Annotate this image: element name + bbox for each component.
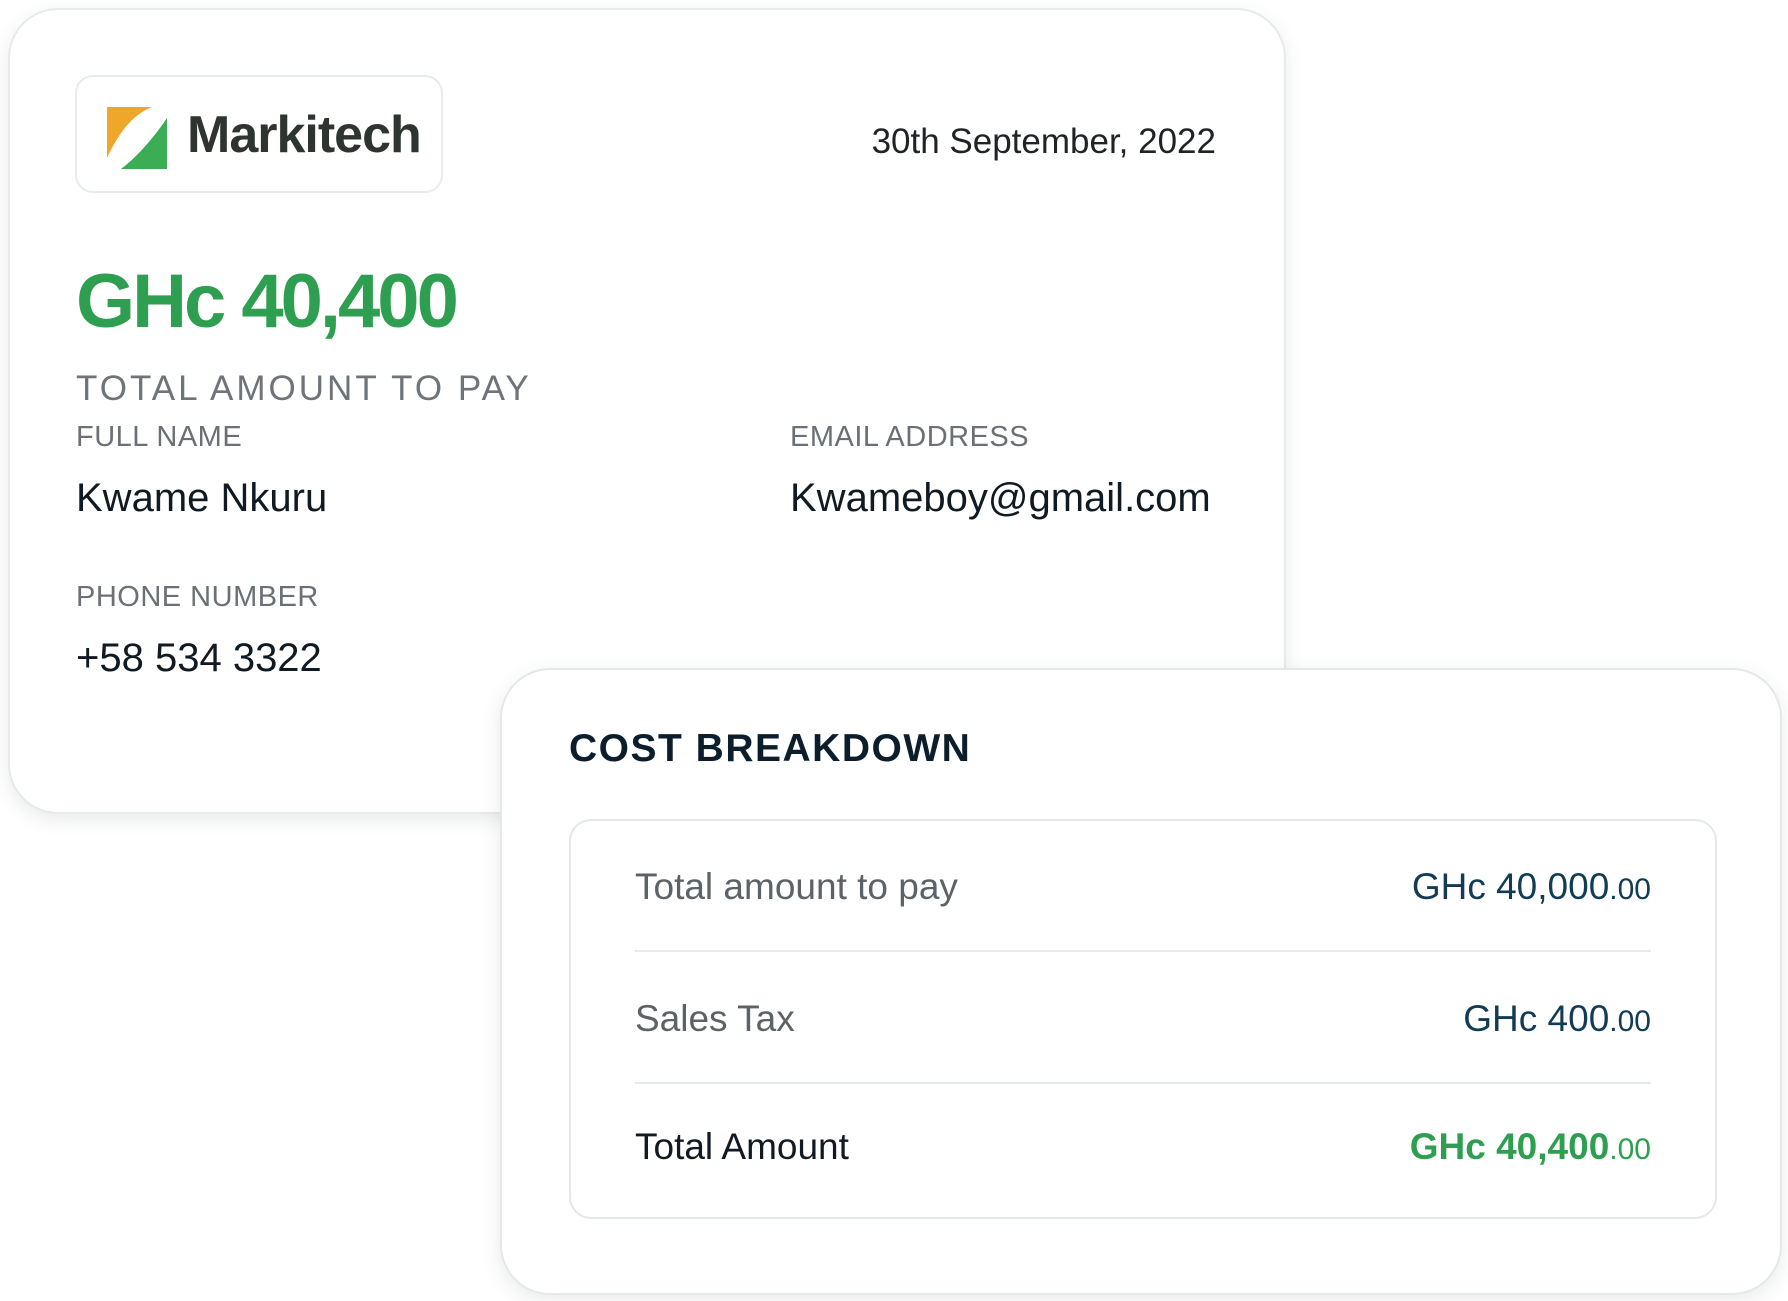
cost-breakdown-title: COST BREAKDOWN xyxy=(569,727,972,770)
email-value: Kwameboy@gmail.com xyxy=(790,476,1211,520)
row-value: GHc 40,000.00 xyxy=(1411,866,1651,908)
row-amount: GHc 40,000 xyxy=(1411,866,1610,907)
row-value: GHc 400.00 xyxy=(1463,998,1651,1040)
brand-name: Markitech xyxy=(187,106,422,164)
row-cents: .00 xyxy=(1609,1005,1651,1038)
row-label: Total Amount xyxy=(635,1126,849,1167)
invoice-date: 30th September, 2022 xyxy=(871,122,1216,161)
table-row: Total Amount GHc 40,400.00 xyxy=(635,1085,1651,1216)
row-cents: .00 xyxy=(1609,873,1651,906)
table-row: Sales Tax GHc 400.00 xyxy=(635,953,1651,1084)
row-label: Total amount to pay xyxy=(635,866,958,907)
phone-label: PHONE NUMBER xyxy=(76,581,319,613)
row-cents: .00 xyxy=(1609,1133,1651,1166)
cost-breakdown-table: Total amount to pay GHc 40,000.00 Sales … xyxy=(569,819,1717,1219)
brand-logo: Markitech xyxy=(75,75,443,193)
row-divider xyxy=(635,1082,1651,1084)
row-value: GHc 40,400.00 xyxy=(1409,1126,1651,1168)
markitech-logo-icon xyxy=(107,107,167,169)
total-amount-label: TOTAL AMOUNT TO PAY xyxy=(76,369,532,408)
row-divider xyxy=(635,950,1651,952)
full-name-value: Kwame Nkuru xyxy=(76,476,328,520)
table-row: Total amount to pay GHc 40,000.00 xyxy=(635,821,1651,952)
row-amount: GHc 400 xyxy=(1463,998,1610,1039)
total-amount: GHc 40,400 xyxy=(76,259,459,344)
row-label: Sales Tax xyxy=(635,998,795,1039)
row-amount: GHc 40,400 xyxy=(1409,1126,1610,1167)
full-name-label: FULL NAME xyxy=(76,421,243,453)
email-label: EMAIL ADDRESS xyxy=(790,421,1030,453)
cost-breakdown-card: COST BREAKDOWN Total amount to pay GHc 4… xyxy=(500,668,1782,1295)
phone-value: +58 534 3322 xyxy=(76,636,322,680)
